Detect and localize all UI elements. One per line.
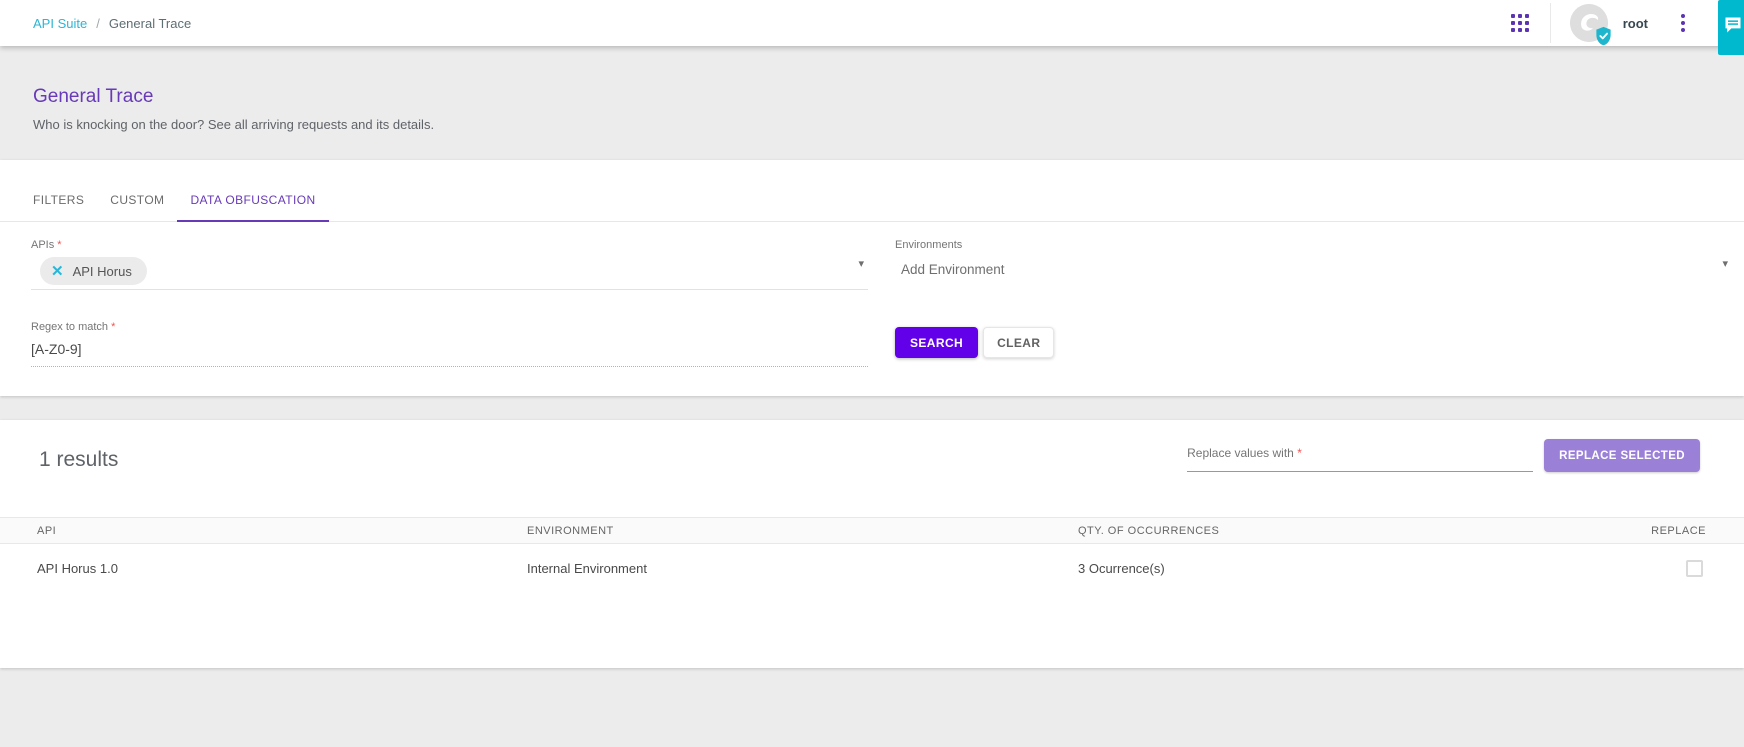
column-header-environment: ENVIRONMENT (527, 525, 1078, 537)
top-bar: API Suite / General Trace root (0, 0, 1744, 46)
replace-controls: Replace values with * REPLACE SELECTED (1187, 439, 1700, 472)
table-row: API Horus 1.0 Internal Environment 3 Ocu… (0, 544, 1744, 592)
table-header-row: API ENVIRONMENT QTY. OF OCCURRENCES REPL… (0, 517, 1744, 544)
api-horus-chip[interactable]: ✕ API Horus (40, 257, 147, 285)
environments-select-field[interactable]: Environments Add Environment ▾ (895, 235, 1732, 290)
tab-bar: FILTERS CUSTOM DATA OBFUSCATION (0, 160, 1744, 222)
page-subtitle: Who is knocking on the door? See all arr… (33, 117, 1744, 132)
tab-data-obfuscation[interactable]: DATA OBFUSCATION (177, 193, 328, 221)
apis-label: APIs * (31, 239, 62, 251)
page-title: General Trace (33, 86, 1744, 108)
username-label: root (1623, 16, 1648, 31)
cell-api: API Horus 1.0 (37, 561, 527, 576)
regex-input-field[interactable]: Regex to match * [A-Z0-9] (31, 317, 868, 367)
environments-label: Environments (895, 239, 962, 251)
chip-label: API Horus (73, 264, 132, 279)
environments-placeholder[interactable]: Add Environment (901, 262, 1732, 277)
results-count: 1 results (39, 448, 118, 472)
tab-filters[interactable]: FILTERS (20, 193, 97, 221)
remove-x-icon[interactable]: ✕ (51, 264, 64, 279)
replace-checkbox[interactable] (1686, 560, 1703, 577)
feedback-tab[interactable] (1718, 0, 1744, 55)
cell-occurrences: 3 Ocurrence(s) (1078, 561, 1596, 576)
apps-grid-icon[interactable] (1511, 14, 1529, 32)
feedback-chat-icon (1723, 15, 1743, 40)
form-actions: SEARCH CLEAR (895, 327, 1732, 367)
clear-button[interactable]: CLEAR (983, 327, 1054, 358)
apis-select-field[interactable]: APIs * ✕ API Horus ▾ (31, 235, 868, 290)
kebab-menu-icon[interactable] (1677, 10, 1689, 36)
breadcrumb-separator: / (96, 16, 100, 31)
tab-custom[interactable]: CUSTOM (97, 193, 177, 221)
results-table: API ENVIRONMENT QTY. OF OCCURRENCES REPL… (0, 517, 1744, 592)
replace-values-input[interactable]: Replace values with * (1187, 444, 1533, 472)
regex-label: Regex to match * (31, 321, 115, 333)
required-marker: * (57, 239, 61, 251)
required-marker: * (111, 321, 115, 333)
dropdown-caret-icon[interactable]: ▾ (1722, 259, 1728, 270)
topbar-divider (1550, 3, 1551, 43)
avatar[interactable] (1570, 4, 1608, 42)
filters-card: FILTERS CUSTOM DATA OBFUSCATION APIs * ✕… (0, 160, 1744, 396)
dropdown-caret-icon[interactable]: ▾ (858, 259, 864, 270)
breadcrumb-current: General Trace (109, 16, 191, 31)
replace-values-label: Replace values with * (1187, 446, 1302, 460)
page-header: General Trace Who is knocking on the doo… (0, 46, 1744, 160)
search-button[interactable]: SEARCH (895, 327, 978, 358)
cell-environment: Internal Environment (527, 561, 1078, 576)
results-toolbar: 1 results Replace values with * REPLACE … (0, 420, 1744, 472)
regex-value[interactable]: [A-Z0-9] (31, 341, 868, 357)
verified-shield-icon (1594, 26, 1613, 46)
replace-selected-button[interactable]: REPLACE SELECTED (1544, 439, 1700, 472)
required-marker: * (1297, 446, 1302, 460)
breadcrumb: API Suite / General Trace (33, 16, 191, 31)
column-header-api: API (37, 525, 527, 537)
breadcrumb-parent-link[interactable]: API Suite (33, 16, 87, 31)
results-card: 1 results Replace values with * REPLACE … (0, 420, 1744, 668)
column-header-replace: REPLACE (1596, 525, 1706, 537)
section-gap (0, 396, 1744, 420)
topbar-actions: root (1511, 3, 1689, 43)
obfuscation-form: APIs * ✕ API Horus ▾ Environments Add En… (31, 235, 1732, 367)
column-header-occurrences: QTY. OF OCCURRENCES (1078, 525, 1596, 537)
